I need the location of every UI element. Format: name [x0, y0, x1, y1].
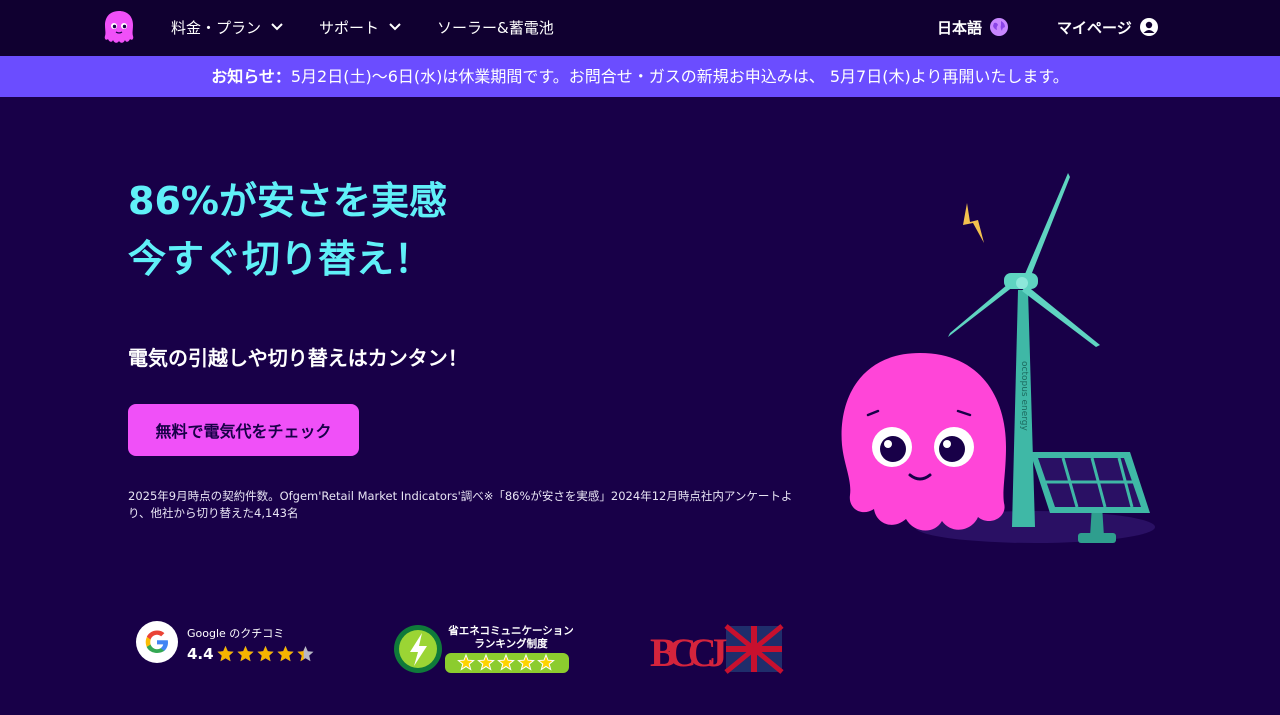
notice-message: 5月2日(土)〜6日(水)は休業期間です。お問合せ・ガスの新規お申込みは、 5月…	[290, 67, 1069, 86]
hero-subtitle: 電気の引越しや切り替えはカンタン！	[128, 346, 468, 370]
octopus-pupil	[880, 436, 906, 462]
bccj-logo: BCCJ	[650, 624, 784, 675]
globe-icon	[990, 18, 1009, 36]
energy-award-title-2: ランキング制度	[474, 637, 548, 650]
language-label: 日本語	[937, 19, 983, 37]
star-icon	[237, 646, 254, 662]
octopus-wind-solar-illustration: octopus energy	[841, 173, 1155, 543]
turbine-blade	[948, 279, 1018, 337]
hero-title-line-2: 今すぐ切り替え！	[128, 237, 433, 281]
nav-item-solar-label: ソーラー&蓄電池	[437, 19, 554, 37]
language-selector[interactable]: 日本語	[937, 0, 1009, 56]
check-electricity-price-button[interactable]: 無料で電気代をチェック	[128, 404, 359, 456]
bccj-text: BCCJ	[650, 630, 726, 675]
nav-item-support-label: サポート	[319, 19, 380, 37]
nav-item-solar[interactable]: ソーラー&蓄電池	[437, 0, 554, 56]
hero-title-line-1: 86%が安さを実感	[128, 179, 447, 223]
chevron-down-icon	[271, 23, 283, 31]
notice-banner: お知らせ：5月2日(土)〜6日(水)は休業期間です。お問合せ・ガスの新規お申込み…	[0, 56, 1280, 97]
solar-panel-base	[1078, 533, 1116, 543]
octopus-body	[841, 353, 1006, 531]
octopus-pupil	[939, 436, 965, 462]
google-star-rating	[216, 645, 316, 667]
turbine-brand-text: octopus energy	[1019, 361, 1029, 431]
nav-item-support[interactable]: サポート	[319, 0, 401, 56]
top-navigation: 料金・プラン サポート ソーラー&蓄電池 日本語 マイページ	[0, 0, 1280, 56]
notice-prefix: お知らせ：	[211, 67, 291, 86]
lightning-icon	[963, 203, 984, 243]
turbine-hub	[1016, 277, 1028, 289]
star-icon	[257, 646, 274, 662]
mypage-link[interactable]: マイページ	[1057, 0, 1158, 56]
star-icon	[217, 646, 234, 662]
chevron-down-icon	[389, 23, 401, 31]
google-review-score: 4.4	[187, 645, 214, 663]
nav-item-pricing-label: 料金・プラン	[171, 19, 262, 37]
turbine-blade	[1022, 173, 1070, 283]
hero-footnote: 2025年9月時点の契約件数。Ofgem'Retail Market Indic…	[128, 489, 793, 520]
google-review-label: Google のクチコミ	[187, 627, 285, 640]
google-logo-icon	[136, 621, 178, 663]
user-account-icon	[1139, 18, 1158, 36]
mypage-label: マイページ	[1057, 19, 1132, 37]
star-icon	[297, 646, 314, 662]
octopus-logo-icon[interactable]	[102, 9, 136, 45]
turbine-blade	[1022, 285, 1100, 347]
hero-title: 86%が安さを実感 今すぐ切り替え！	[128, 172, 447, 288]
nav-item-pricing[interactable]: 料金・プラン	[171, 0, 283, 56]
energy-saving-ranking-badge: 省エネコミュニケーション ランキング制度	[394, 624, 573, 673]
energy-award-title-1: 省エネコミュニケーション	[447, 624, 573, 637]
star-icon	[277, 646, 294, 662]
